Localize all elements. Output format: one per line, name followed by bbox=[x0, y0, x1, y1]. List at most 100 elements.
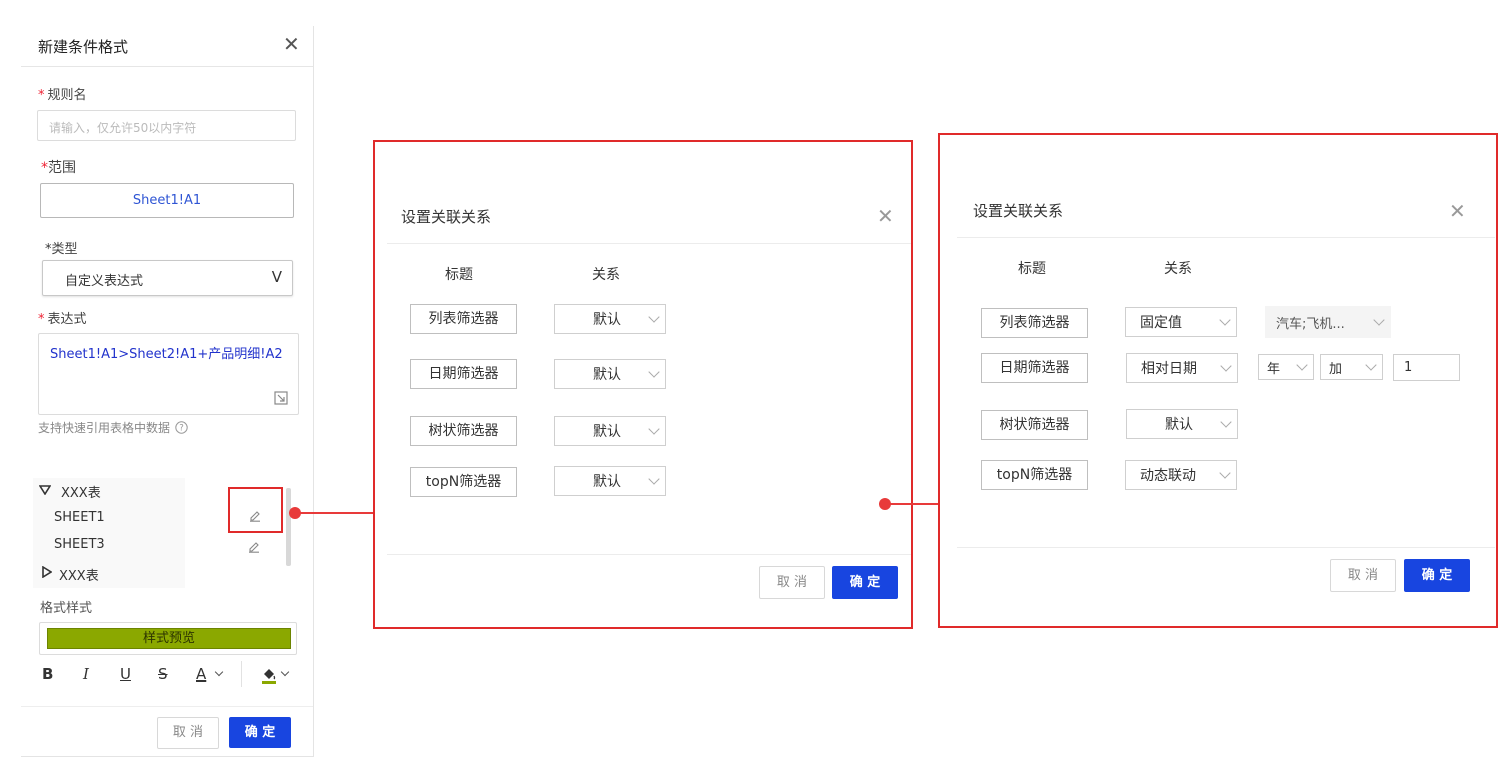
cancel-button[interactable]: 取 消 bbox=[157, 717, 219, 749]
chevron-down-icon bbox=[648, 311, 660, 323]
tree-sheet1[interactable]: SHEET1 bbox=[54, 510, 105, 525]
row-tree-filter: 树状筛选器 bbox=[981, 410, 1088, 440]
relation-value: 默认 bbox=[593, 424, 621, 440]
strikethrough-button[interactable]: S bbox=[158, 665, 168, 683]
offset-value: 1 bbox=[1404, 360, 1413, 375]
col-title: 标题 bbox=[445, 267, 473, 283]
style-preview-box: 样式预览 bbox=[39, 622, 297, 655]
range-label: *范围 bbox=[41, 160, 76, 176]
expr-textarea[interactable]: Sheet1!A1>Sheet2!A1+产品明细!A2 bbox=[38, 333, 299, 415]
chevron-down-icon bbox=[1220, 360, 1232, 372]
rule-name-placeholder: 请输入，仅允许50以内字符 bbox=[49, 121, 197, 135]
close-icon[interactable]: ✕ bbox=[1449, 199, 1466, 223]
hint-text: 支持快速引用表格中数据 bbox=[38, 421, 171, 435]
triangle-down-icon[interactable] bbox=[39, 485, 51, 495]
row-date-filter: 日期筛选器 bbox=[981, 353, 1088, 383]
tree-sheet3[interactable]: SHEET3 bbox=[54, 537, 105, 552]
row-list-filter: 列表筛选器 bbox=[981, 308, 1088, 338]
divider bbox=[21, 66, 313, 67]
relation-value: 默认 bbox=[593, 312, 621, 328]
chevron-down-icon bbox=[1296, 359, 1308, 371]
divider bbox=[387, 554, 911, 555]
chevron-down-icon bbox=[1365, 359, 1377, 371]
operator-value: 加 bbox=[1329, 361, 1343, 377]
unit-select[interactable]: 年 bbox=[1258, 354, 1314, 380]
rule-name-input[interactable]: 请输入，仅允许50以内字符 bbox=[37, 110, 296, 141]
bold-button[interactable]: B bbox=[42, 665, 53, 683]
toolbar-divider bbox=[241, 661, 242, 687]
chevron-down-icon bbox=[1373, 314, 1385, 326]
relation-select[interactable]: 相对日期 bbox=[1126, 353, 1238, 383]
relation-dialog-custom: 设置关联关系 ✕ 标题 关系 列表筛选器 固定值 汽车;飞机... 日期筛选器 … bbox=[938, 133, 1498, 628]
fill-color-icon[interactable] bbox=[261, 666, 277, 684]
row-tree-filter: 树状筛选器 bbox=[410, 416, 517, 446]
col-relation: 关系 bbox=[1164, 261, 1192, 277]
chevron-down-icon[interactable] bbox=[214, 667, 224, 677]
divider bbox=[387, 243, 911, 244]
unit-value: 年 bbox=[1267, 361, 1281, 377]
close-icon[interactable]: ✕ bbox=[877, 204, 894, 228]
operator-select[interactable]: 加 bbox=[1320, 354, 1383, 380]
divider bbox=[21, 706, 313, 707]
col-relation: 关系 bbox=[592, 267, 620, 283]
style-preview: 样式预览 bbox=[47, 628, 291, 649]
dialog-title: 设置关联关系 bbox=[973, 202, 1064, 220]
offset-input[interactable]: 1 bbox=[1393, 354, 1460, 381]
relation-select[interactable]: 默认 bbox=[554, 304, 666, 334]
type-value: 自定义表达式 bbox=[65, 274, 144, 289]
divider bbox=[957, 547, 1495, 548]
row-list-filter: 列表筛选器 bbox=[410, 304, 517, 334]
condition-format-panel: 新建条件格式 ✕ * 规则名 请输入，仅允许50以内字符 *范围 Sheet1!A… bbox=[21, 26, 314, 757]
dialog-title: 设置关联关系 bbox=[401, 208, 492, 226]
panel-title: 新建条件格式 bbox=[38, 38, 129, 56]
relation-value: 默认 bbox=[593, 367, 621, 383]
cancel-button[interactable]: 取 消 bbox=[759, 566, 825, 599]
relation-select[interactable]: 默认 bbox=[554, 466, 666, 496]
type-select[interactable]: 自定义表达式 V bbox=[42, 260, 293, 296]
chevron-down-icon bbox=[648, 423, 660, 435]
type-label: *类型 bbox=[45, 242, 78, 257]
relation-value: 相对日期 bbox=[1141, 361, 1197, 377]
tree-table-2[interactable]: XXX表 bbox=[59, 565, 99, 584]
relation-value: 默认 bbox=[1165, 417, 1193, 433]
ok-button[interactable]: 确 定 bbox=[832, 566, 898, 599]
edit-icon[interactable] bbox=[247, 539, 261, 553]
relation-value: 动态联动 bbox=[1140, 468, 1196, 484]
row-date-filter: 日期筛选器 bbox=[410, 359, 517, 389]
quick-ref-hint: 支持快速引用表格中数据 ? bbox=[38, 419, 188, 436]
tree-scrollbar[interactable] bbox=[286, 488, 291, 566]
italic-button[interactable]: I bbox=[83, 665, 89, 683]
close-icon[interactable]: ✕ bbox=[283, 32, 300, 56]
row-topn-filter: topN筛选器 bbox=[410, 467, 517, 497]
cancel-button[interactable]: 取 消 bbox=[1330, 559, 1396, 592]
fixed-value-select[interactable]: 汽车;飞机... bbox=[1265, 306, 1391, 338]
chevron-down-icon[interactable] bbox=[280, 667, 290, 677]
help-icon[interactable]: ? bbox=[175, 421, 188, 434]
format-style-label: 格式样式 bbox=[40, 601, 93, 616]
relation-select[interactable]: 默认 bbox=[554, 359, 666, 389]
relation-value: 固定值 bbox=[1140, 315, 1182, 331]
resize-icon[interactable] bbox=[274, 391, 288, 405]
ok-button[interactable]: 确 定 bbox=[229, 717, 291, 748]
relation-select[interactable]: 固定值 bbox=[1125, 307, 1237, 337]
expr-label: * 表达式 bbox=[38, 312, 87, 327]
triangle-right-icon[interactable] bbox=[42, 566, 52, 578]
relation-select[interactable]: 动态联动 bbox=[1125, 460, 1237, 490]
sheet-tree bbox=[33, 478, 185, 588]
relation-select[interactable]: 默认 bbox=[1126, 409, 1238, 439]
range-input[interactable]: Sheet1!A1 bbox=[40, 183, 294, 218]
rule-name-label: * 规则名 bbox=[38, 88, 87, 103]
edit-icon[interactable] bbox=[248, 508, 262, 522]
chevron-down-icon bbox=[648, 366, 660, 378]
chevron-down-icon bbox=[648, 473, 660, 485]
font-color-button[interactable]: A bbox=[196, 665, 206, 683]
underline-button[interactable]: U bbox=[120, 665, 131, 683]
ok-button[interactable]: 确 定 bbox=[1404, 559, 1470, 592]
col-title: 标题 bbox=[1018, 261, 1046, 277]
relation-select[interactable]: 默认 bbox=[554, 416, 666, 446]
relation-value: 默认 bbox=[593, 474, 621, 490]
tree-table-1[interactable]: XXX表 bbox=[61, 482, 101, 501]
chevron-down-icon bbox=[1219, 314, 1231, 326]
chevron-down-icon bbox=[1219, 467, 1231, 479]
svg-text:?: ? bbox=[179, 424, 184, 434]
